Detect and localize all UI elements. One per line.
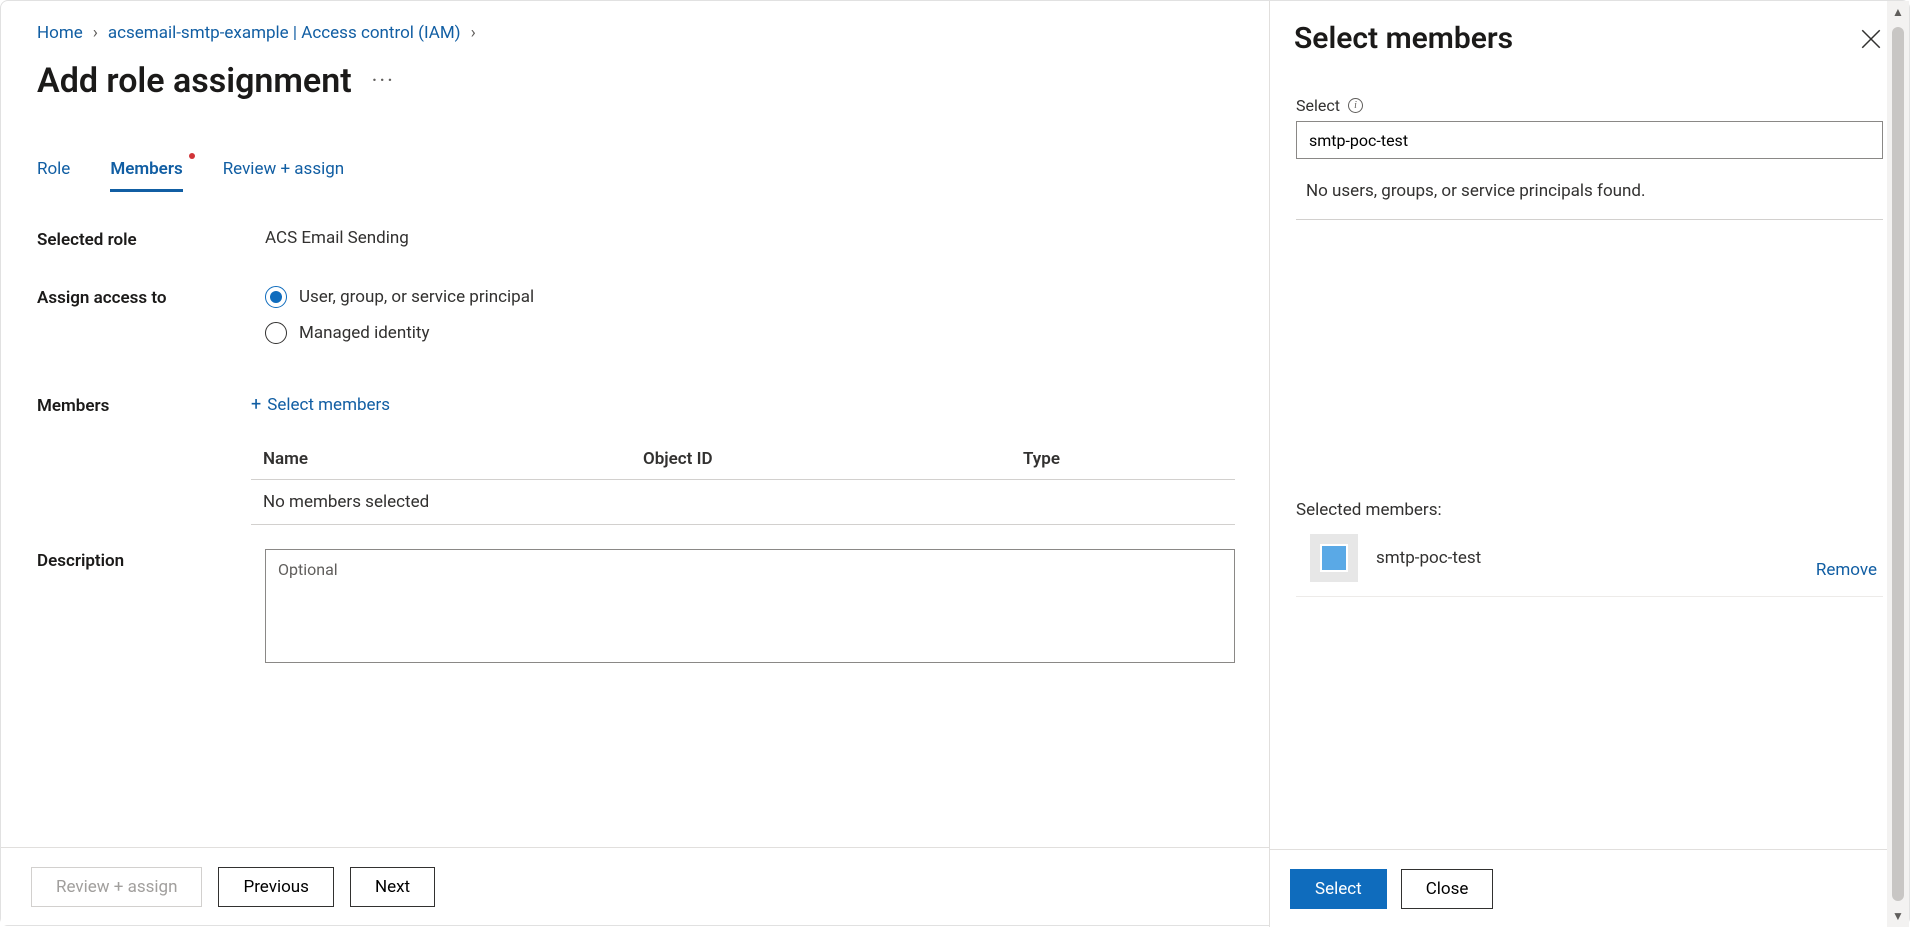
tab-members-label: Members xyxy=(110,159,182,179)
members-empty-row: No members selected xyxy=(251,480,1235,525)
selected-member-name: smtp-poc-test xyxy=(1376,548,1816,568)
select-label-text: Select xyxy=(1296,96,1340,115)
members-section: Members + Select members Name Object ID … xyxy=(37,394,1235,525)
selected-role-section: Selected role ACS Email Sending xyxy=(37,228,1235,250)
plus-icon: + xyxy=(251,394,261,415)
select-field-label: Select i xyxy=(1296,96,1883,115)
breadcrumb-resource[interactable]: acsemail-smtp-example | Access control (… xyxy=(108,23,461,43)
next-button[interactable]: Next xyxy=(350,867,435,907)
breadcrumb-home[interactable]: Home xyxy=(37,23,83,43)
members-table: Name Object ID Type No members selected xyxy=(251,439,1235,525)
description-textarea[interactable] xyxy=(265,549,1235,663)
radio-user-group[interactable]: User, group, or service principal xyxy=(265,286,1235,308)
scroll-up-icon[interactable]: ▲ xyxy=(1892,1,1904,23)
footer: Review + assign Previous Next xyxy=(1,847,1271,925)
radio-unselected-icon xyxy=(265,322,287,344)
chevron-right-icon: › xyxy=(93,23,98,43)
select-members-link[interactable]: + Select members xyxy=(251,394,390,415)
selected-role-value: ACS Email Sending xyxy=(265,228,1235,250)
selected-members-label: Selected members: xyxy=(1296,500,1883,520)
col-type: Type xyxy=(1023,449,1223,469)
breadcrumb: Home › acsemail-smtp-example | Access co… xyxy=(37,23,1235,43)
panel-scrollbar[interactable]: ▲ ▼ xyxy=(1887,1,1909,927)
scroll-track[interactable] xyxy=(1892,27,1904,901)
select-members-panel: Select members Select i No users, groups… xyxy=(1269,1,1909,927)
panel-close-button[interactable]: Close xyxy=(1401,869,1494,909)
tabs: Role Members Review + assign xyxy=(37,159,1235,192)
col-object-id: Object ID xyxy=(643,449,1023,469)
page-title: Add role assignment xyxy=(37,61,352,101)
col-name: Name xyxy=(263,449,643,469)
members-content: + Select members Name Object ID Type No … xyxy=(251,394,1235,525)
radio-user-group-label: User, group, or service principal xyxy=(299,287,534,307)
tab-review[interactable]: Review + assign xyxy=(223,159,344,192)
panel-select-button[interactable]: Select xyxy=(1290,869,1387,909)
info-icon[interactable]: i xyxy=(1348,98,1363,113)
selected-role-label: Selected role xyxy=(37,228,265,250)
description-content xyxy=(265,549,1235,668)
previous-button[interactable]: Previous xyxy=(218,867,333,907)
page-title-row: Add role assignment ··· xyxy=(37,61,1235,101)
main-content: Home › acsemail-smtp-example | Access co… xyxy=(1,1,1271,927)
assign-access-options: User, group, or service principal Manage… xyxy=(265,286,1235,358)
members-label: Members xyxy=(37,394,251,525)
tab-members[interactable]: Members xyxy=(110,159,182,192)
remove-member-link[interactable]: Remove xyxy=(1816,560,1877,582)
member-search-input[interactable] xyxy=(1296,121,1883,159)
tab-role[interactable]: Role xyxy=(37,159,70,192)
scroll-down-icon[interactable]: ▼ xyxy=(1892,905,1904,927)
select-members-link-text: Select members xyxy=(267,395,390,415)
assign-access-label: Assign access to xyxy=(37,286,265,358)
panel-body: Select i No users, groups, or service pr… xyxy=(1270,66,1909,849)
review-assign-button[interactable]: Review + assign xyxy=(31,867,202,907)
required-dot-icon xyxy=(189,153,195,159)
radio-selected-icon xyxy=(265,286,287,308)
app-avatar-icon xyxy=(1310,534,1358,582)
members-table-header: Name Object ID Type xyxy=(251,439,1235,480)
assign-access-section: Assign access to User, group, or service… xyxy=(37,286,1235,358)
chevron-right-icon: › xyxy=(471,23,476,43)
no-results-message: No users, groups, or service principals … xyxy=(1296,181,1883,220)
description-label: Description xyxy=(37,549,265,668)
close-icon[interactable] xyxy=(1861,29,1881,49)
panel-header: Select members xyxy=(1270,1,1909,66)
selected-member-row: smtp-poc-test Remove xyxy=(1296,520,1883,597)
radio-managed-identity-label: Managed identity xyxy=(299,323,430,343)
more-icon[interactable]: ··· xyxy=(372,69,395,94)
description-section: Description xyxy=(37,549,1235,668)
panel-footer: Select Close xyxy=(1270,849,1909,927)
panel-title: Select members xyxy=(1294,21,1513,56)
radio-managed-identity[interactable]: Managed identity xyxy=(265,322,1235,344)
